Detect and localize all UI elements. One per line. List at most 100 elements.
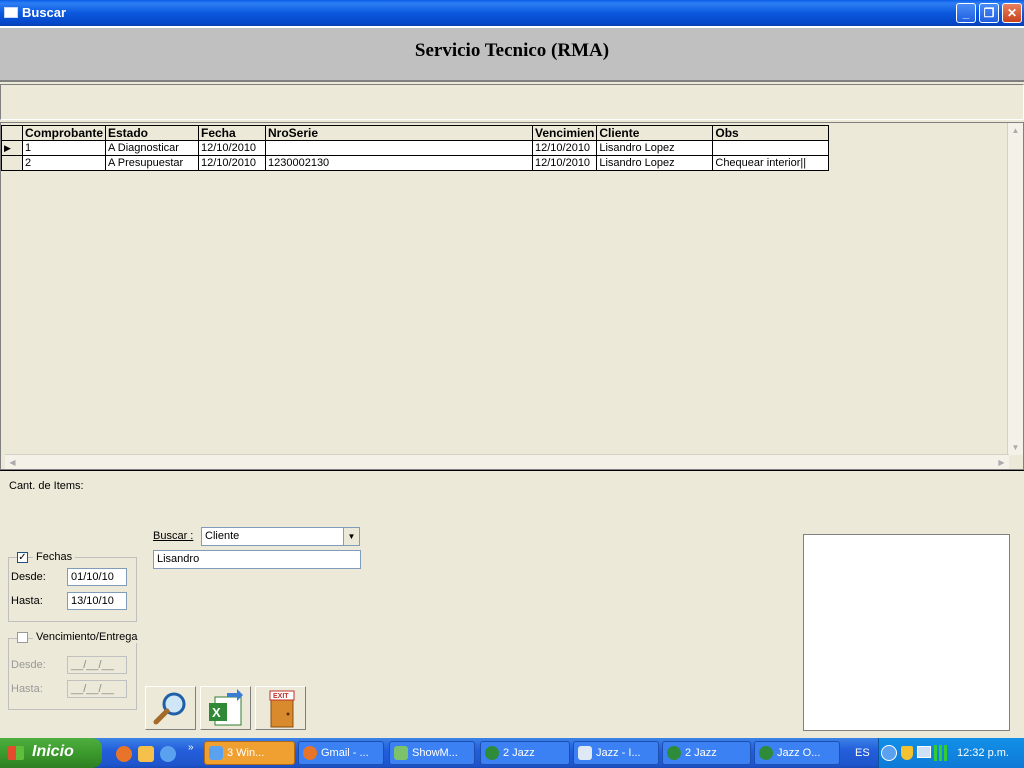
restore-button[interactable]: ❐ xyxy=(979,3,999,23)
tree-icon xyxy=(485,746,499,760)
table-row[interactable]: ▶ 1 A Diagnosticar 12/10/2010 12/10/2010… xyxy=(1,140,830,156)
taskbar-item[interactable]: 3 Win... xyxy=(204,741,295,765)
column-header[interactable]: Vencimien xyxy=(531,125,598,141)
table-cell[interactable]: Lisandro Lopez xyxy=(596,140,714,156)
horizontal-scrollbar[interactable]: ◀ ▶ xyxy=(5,454,1009,469)
vencimiento-label: Vencimiento/Entrega xyxy=(33,631,141,643)
start-label: Inicio xyxy=(32,743,74,760)
windows-logo-icon xyxy=(8,746,24,760)
scroll-down-icon[interactable]: ▼ xyxy=(1008,440,1023,455)
table-cell[interactable]: A Presupuestar xyxy=(105,155,199,171)
taskbar-item[interactable]: Jazz O... xyxy=(754,741,840,765)
system-tray: 12:32 p.m. xyxy=(878,738,1024,768)
vencimiento-checkbox[interactable] xyxy=(17,632,28,643)
table-cell[interactable]: 12/10/2010 xyxy=(198,140,266,156)
vencimiento-desde-input[interactable]: __/__/__ xyxy=(67,656,127,674)
export-excel-button[interactable]: X xyxy=(200,686,251,730)
window-icon xyxy=(4,7,18,18)
table-cell[interactable]: Chequear interior|| xyxy=(712,155,830,171)
document-icon xyxy=(578,746,592,760)
taskbar-item[interactable]: 2 Jazz xyxy=(662,741,751,765)
table-row[interactable]: 2 A Presupuestar 12/10/2010 1230002130 1… xyxy=(1,155,830,171)
excel-icon: X xyxy=(209,689,243,726)
security-shield-icon[interactable] xyxy=(901,746,913,760)
items-count-label: Cant. de Items: xyxy=(9,480,84,492)
table-cell[interactable]: 12/10/2010 xyxy=(531,155,598,171)
exit-button[interactable]: EXIT xyxy=(255,686,306,730)
taskbar-item-label: Jazz O... xyxy=(777,747,821,759)
chevron-down-icon[interactable]: ▼ xyxy=(343,528,359,545)
results-grid[interactable]: Comprobante Estado Fecha NroSerie Vencim… xyxy=(0,122,1024,470)
search-button[interactable] xyxy=(145,686,196,730)
row-indicator-header xyxy=(1,125,23,141)
firefox-icon xyxy=(303,746,317,760)
svg-text:X: X xyxy=(212,705,221,720)
search-field-select[interactable]: Cliente ▼ xyxy=(201,527,360,546)
table-cell[interactable]: 12/10/2010 xyxy=(198,155,266,171)
start-button[interactable]: Inicio xyxy=(0,738,102,768)
fechas-desde-input[interactable]: 01/10/10 xyxy=(67,568,127,586)
fechas-hasta-input[interactable]: 13/10/10 xyxy=(67,592,127,610)
firefox-icon[interactable] xyxy=(116,746,132,762)
fechas-checkbox[interactable]: ✓ xyxy=(17,552,28,563)
taskbar-item-label: Jazz - I... xyxy=(596,747,641,759)
taskbar-item-label: Gmail - ... xyxy=(321,747,369,759)
fechas-desde-label: Desde: xyxy=(11,571,46,583)
taskbar-item[interactable]: 2 Jazz xyxy=(480,741,570,765)
clock-app-icon[interactable] xyxy=(138,746,154,762)
vencimiento-desde-label: Desde: xyxy=(11,659,46,671)
app-icon xyxy=(394,746,408,760)
divider xyxy=(0,470,1024,471)
column-header[interactable]: Estado xyxy=(105,125,199,141)
vertical-scrollbar[interactable]: ▲ ▼ xyxy=(1007,123,1023,455)
table-cell[interactable]: 12/10/2010 xyxy=(531,140,598,156)
column-header[interactable]: Obs xyxy=(712,125,830,141)
fechas-hasta-label: Hasta: xyxy=(11,595,43,607)
taskbar-item-label: 3 Win... xyxy=(227,747,265,759)
network-icon[interactable] xyxy=(917,746,931,758)
signal-icon[interactable] xyxy=(934,745,950,761)
search-input[interactable]: Lisandro xyxy=(153,550,361,569)
taskbar-item[interactable]: ShowM... xyxy=(389,741,475,765)
preview-panel xyxy=(803,534,1010,731)
table-cell[interactable]: Lisandro Lopez xyxy=(596,155,714,171)
vencimiento-hasta-input[interactable]: __/__/__ xyxy=(67,680,127,698)
table-cell[interactable]: A Diagnosticar xyxy=(105,140,199,156)
column-header[interactable]: Comprobante xyxy=(22,125,106,141)
fechas-group xyxy=(8,557,137,622)
table-cell[interactable] xyxy=(712,140,830,156)
taskbar-item[interactable]: Jazz - I... xyxy=(573,741,659,765)
tree-icon xyxy=(759,746,773,760)
chevron-right-icon[interactable]: » xyxy=(188,742,194,753)
search-label: Buscar : xyxy=(153,530,194,542)
grid-header-row: Comprobante Estado Fecha NroSerie Vencim… xyxy=(1,125,830,141)
column-header[interactable]: Fecha xyxy=(198,125,266,141)
ie-icon[interactable] xyxy=(160,746,176,762)
taskbar-item-label: 2 Jazz xyxy=(685,747,717,759)
fechas-label: Fechas xyxy=(33,551,76,563)
clock[interactable]: 12:32 p.m. xyxy=(957,747,1009,759)
table-cell[interactable] xyxy=(265,140,533,156)
magnifier-icon xyxy=(153,692,186,725)
title-bar: Buscar _ ❐ ✕ xyxy=(0,0,1024,26)
minimize-button[interactable]: _ xyxy=(956,3,976,23)
exit-door-icon: EXIT xyxy=(269,690,295,728)
taskbar-item-label: 2 Jazz xyxy=(503,747,535,759)
window-title: Buscar xyxy=(22,5,67,20)
exit-badge: EXIT xyxy=(273,693,289,700)
scroll-left-icon[interactable]: ◀ xyxy=(5,455,20,470)
taskbar-item[interactable]: Gmail - ... xyxy=(298,741,384,765)
tray-expand-icon[interactable] xyxy=(881,745,897,761)
scroll-up-icon[interactable]: ▲ xyxy=(1008,123,1023,138)
scroll-right-icon[interactable]: ▶ xyxy=(994,455,1009,470)
table-cell[interactable]: 1230002130 xyxy=(265,155,533,171)
taskbar: Inicio » 3 Win... Gmail - ... ShowM... 2… xyxy=(0,738,1024,768)
table-cell[interactable]: 2 xyxy=(22,155,106,171)
language-indicator[interactable]: ES xyxy=(855,747,870,759)
windows-group-icon xyxy=(209,746,223,760)
column-header[interactable]: NroSerie xyxy=(265,125,533,141)
table-cell[interactable]: 1 xyxy=(22,140,106,156)
close-button[interactable]: ✕ xyxy=(1002,3,1022,23)
column-header[interactable]: Cliente xyxy=(596,125,714,141)
filter-panel xyxy=(0,84,1024,120)
